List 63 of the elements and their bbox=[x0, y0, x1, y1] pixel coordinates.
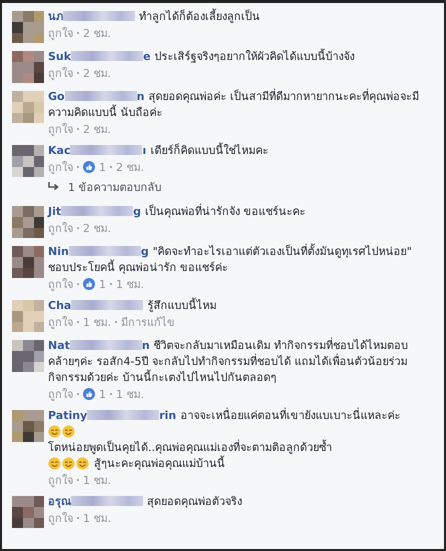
like-icon bbox=[83, 388, 95, 400]
comment-time[interactable]: 1 ชม. bbox=[83, 509, 111, 527]
like-link[interactable]: ถูกใจ bbox=[48, 120, 73, 138]
comment-text: Nat n ชีวิตจะกลับมาเหมือนเดิม ทำกิจกรรมที่ชอบได้ไหมตอบ คล้ายๆค่ะ รอสัก4-5ปี จะกลับไปทำกิจกรรมที่ชอบได้ แถมได้เพื่อนตัวน้อยร่วมกิจกรรมด้วยค่ะ บ้านนี้กะเตงไปไหนไปกันตลอดๆ bbox=[48, 338, 410, 386]
author-name[interactable]: Cha bbox=[48, 299, 72, 312]
comment-time[interactable]: 2 ชม. bbox=[116, 158, 144, 176]
like-link[interactable]: ถูกใจ bbox=[48, 471, 73, 489]
reply-arrow-icon bbox=[48, 182, 60, 192]
like-link[interactable]: ถูกใจ bbox=[48, 64, 73, 82]
like-link[interactable]: ถูกใจ bbox=[48, 313, 73, 331]
comment-text: Patiny rin อาจจะเหนื่อยแค่ตอนที่เขายังแบเบาะนี่แหละค่ะ โตหน่อยพูดเป็นคุยได้..คุณพ่อคุณแม่เองที่จะตามติอลูกด้วยซ้ำ สู้ๆนะคะคุณพ่อคุณแม่บ้านนี้ bbox=[48, 408, 402, 472]
smiley-icon bbox=[76, 457, 89, 470]
smiley-icon bbox=[48, 425, 61, 438]
smiley-icon bbox=[62, 425, 75, 438]
author-name[interactable]: rin bbox=[159, 409, 176, 422]
comment-text: นภ ทำลูกได้ก็ต้องเลี้ยงลูกเป็น bbox=[48, 9, 261, 25]
like-icon bbox=[83, 161, 95, 173]
like-count: 1 bbox=[99, 278, 106, 290]
replies-link[interactable]: 1 ข้อความตอบกลับ bbox=[68, 178, 162, 196]
comment-time[interactable]: 1 ชม. bbox=[116, 275, 144, 293]
comment-time[interactable]: 2 ชม. bbox=[83, 24, 111, 42]
like-link[interactable]: ถูกใจ bbox=[48, 385, 73, 403]
author-name[interactable]: g bbox=[133, 205, 141, 218]
author-name[interactable]: อรุณ bbox=[48, 495, 71, 508]
comment-time[interactable]: 1 ชม. bbox=[83, 313, 111, 331]
comment-time[interactable]: 1 ชม. bbox=[83, 471, 111, 489]
author-name[interactable]: g bbox=[140, 245, 149, 258]
comment-time[interactable]: 1 ชม. bbox=[116, 385, 144, 403]
like-link[interactable]: ถูกใจ bbox=[48, 219, 73, 237]
blurred-name bbox=[63, 11, 135, 21]
comment-text: Suk e ประเสิร์ฐจริงๆอยากให้ผัวคิดได้แบบนี้บ้างจัง bbox=[48, 49, 356, 65]
author-name[interactable]: ı bbox=[142, 144, 146, 157]
author-name[interactable]: n bbox=[142, 339, 150, 352]
comment-time[interactable]: 2 ชม. bbox=[83, 219, 111, 237]
author-name[interactable]: n bbox=[136, 90, 144, 103]
author-name[interactable]: Suk bbox=[48, 50, 72, 63]
author-name[interactable]: Nin bbox=[48, 245, 69, 258]
comment-text: Kac ı เดียร์ก็คิดแบบนี้ใช่ไหมคะ bbox=[48, 143, 270, 159]
like-link[interactable]: ถูกใจ bbox=[48, 158, 73, 176]
comment-text: Cha รู้สึกแบบนี้ไหม bbox=[48, 298, 218, 314]
comment-text: Go n สุดยอดคุณพ่อค่ะ เป็นสามีที่ดีมากหายากนะคะที่คุณพ่อจะมีความคิดแบบนี้ นับถือค่ะ bbox=[48, 89, 420, 121]
author-name[interactable]: นภ bbox=[48, 10, 63, 23]
like-link[interactable]: ถูกใจ bbox=[48, 24, 73, 42]
author-name[interactable]: Jit bbox=[48, 205, 62, 218]
comment-time[interactable]: 2 ชม. bbox=[83, 120, 111, 138]
like-count: 1 bbox=[99, 160, 106, 174]
like-link[interactable]: ถูกใจ bbox=[48, 509, 73, 527]
smiley-icon bbox=[62, 457, 75, 470]
author-name[interactable]: e bbox=[143, 50, 151, 63]
smiley-icon bbox=[48, 457, 61, 470]
author-name[interactable]: Kac bbox=[48, 144, 70, 157]
comment-text: Nin g "คิดจะทำอะไรเอาแต่ตัวเองเป็นที่ตั้งมันดูทุเรศไปหน่อย" ชอบประโยคนี้ คุณพ่อน่ารัก ขอแชร์ค่ะ bbox=[48, 244, 413, 276]
like-icon bbox=[83, 278, 95, 290]
blurred-name bbox=[71, 496, 143, 506]
author-name[interactable]: Patiny bbox=[48, 409, 88, 422]
author-name[interactable]: Go bbox=[48, 90, 65, 103]
comment-text: อรุณ สุดยอดคุณพ่อตัวจริง bbox=[48, 494, 243, 510]
like-count: 1 bbox=[99, 388, 106, 400]
comment-text: Jit g เป็นคุณพ่อที่น่ารักจัง ขอแชร์นะคะ bbox=[48, 204, 306, 220]
author-name[interactable]: Nat bbox=[48, 339, 70, 352]
comment-time[interactable]: 2 ชม. bbox=[83, 64, 111, 82]
edited-label[interactable]: มีการแก้ไข bbox=[121, 313, 175, 331]
like-link[interactable]: ถูกใจ bbox=[48, 275, 73, 293]
